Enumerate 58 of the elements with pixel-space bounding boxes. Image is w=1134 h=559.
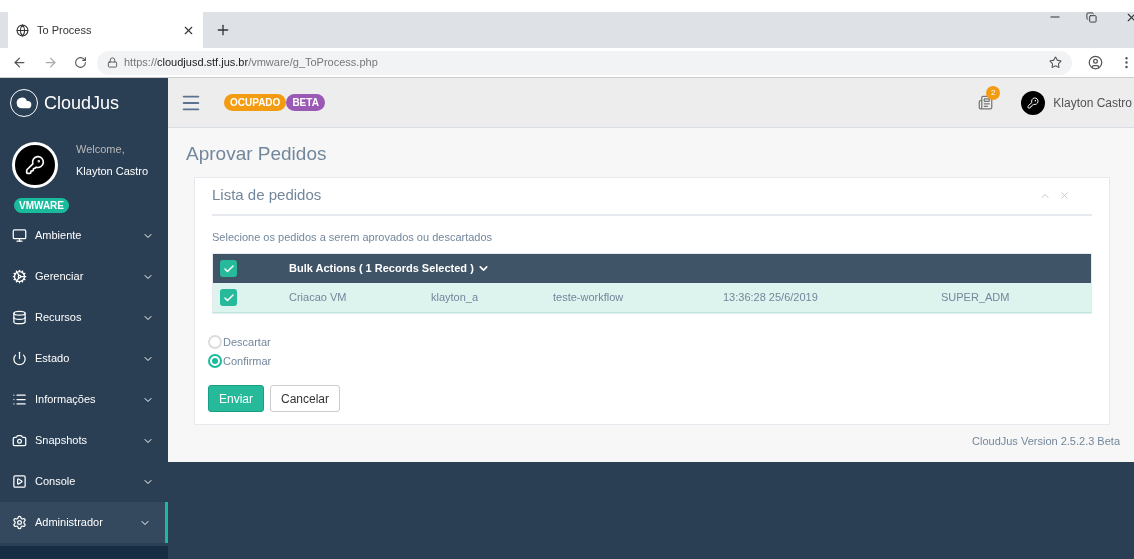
panel-title: Lista de pedidos (212, 185, 323, 206)
sidebar-item[interactable]: Ambiente (0, 215, 168, 256)
gears-icon (12, 269, 27, 284)
checkbox[interactable] (220, 260, 237, 277)
page-title: Aprovar Pedidos (186, 142, 328, 166)
instruction-text: Selecione os pedidos a serem aprovados ou descartados (212, 229, 494, 245)
radio-button[interactable] (208, 353, 222, 368)
new-tab-icon[interactable] (215, 22, 231, 38)
camera-icon (12, 433, 27, 448)
sidebar-item[interactable]: Informações (0, 379, 168, 420)
browser-tab[interactable]: To Process (8, 12, 203, 48)
sidebar-item[interactable]: Administrador (0, 502, 168, 543)
sidebar-item[interactable]: Estado (0, 338, 168, 379)
welcome-text: Welcome, (76, 141, 126, 157)
avatar-key-icon (12, 142, 58, 188)
play-square-icon (12, 474, 27, 489)
address-bar[interactable]: https://cloudjusd.stf.jus.br/vmware/g_ToProcess.php (97, 50, 1072, 75)
news-icon[interactable] (978, 95, 994, 110)
cancel-button[interactable]: Cancelar (270, 385, 341, 412)
monitor-icon (12, 228, 27, 243)
status-badge: BETA (286, 94, 325, 111)
tab-title: To Process (37, 22, 93, 38)
checkbox[interactable] (220, 289, 237, 306)
status-badge: OCUPADO (224, 94, 287, 111)
power-icon (12, 351, 27, 366)
restore-icon[interactable] (1086, 12, 1097, 23)
forward-icon[interactable] (43, 55, 58, 70)
table-cell-text: teste-workflow (553, 290, 625, 306)
profile-icon[interactable] (1088, 55, 1103, 70)
lock-icon (107, 57, 118, 68)
sidebar-item[interactable]: Recursos (0, 297, 168, 338)
list-icon (12, 392, 27, 407)
notification-count: 2 (986, 86, 1001, 100)
check-icon (222, 262, 235, 275)
radio-label: Confirmar (223, 353, 272, 369)
bulk-actions-menu[interactable]: Bulk Actions ( 1 Records Selected ) (289, 260, 490, 277)
table-cell-text: Criacao VM (289, 290, 348, 306)
table-cell-text: SUPER_ADM (941, 290, 1011, 306)
sidebar-item[interactable]: Console (0, 461, 168, 502)
bookmark-star-icon[interactable] (1049, 56, 1062, 69)
sidebar-item[interactable]: Gerenciar (0, 256, 168, 297)
user-name: Klayton Castro (76, 164, 149, 179)
url-text: https://cloudjusd.stf.jus.br/vmware/g_ToProcess.php (124, 55, 379, 71)
gear-icon (12, 515, 27, 530)
table-cell-text: 13:36:28 25/6/2019 (723, 290, 819, 306)
brand-name: CloudJus (44, 91, 120, 115)
globe-icon (16, 23, 29, 37)
avatar-key-icon (1021, 90, 1046, 115)
radio-label: Descartar (223, 335, 271, 350)
table-cell-text: klayton_a (431, 290, 480, 306)
back-icon[interactable] (12, 55, 27, 70)
check-icon (222, 291, 235, 304)
database-icon (12, 310, 27, 325)
sidebar-item[interactable]: Snapshots (0, 420, 168, 461)
version-footer: CloudJus Version 2.5.2.3 Beta (972, 433, 1120, 450)
reload-icon[interactable] (74, 56, 87, 69)
user-menu[interactable]: Klayton Castro (1053, 93, 1132, 112)
vmware-tag: VMWARE (14, 198, 69, 213)
